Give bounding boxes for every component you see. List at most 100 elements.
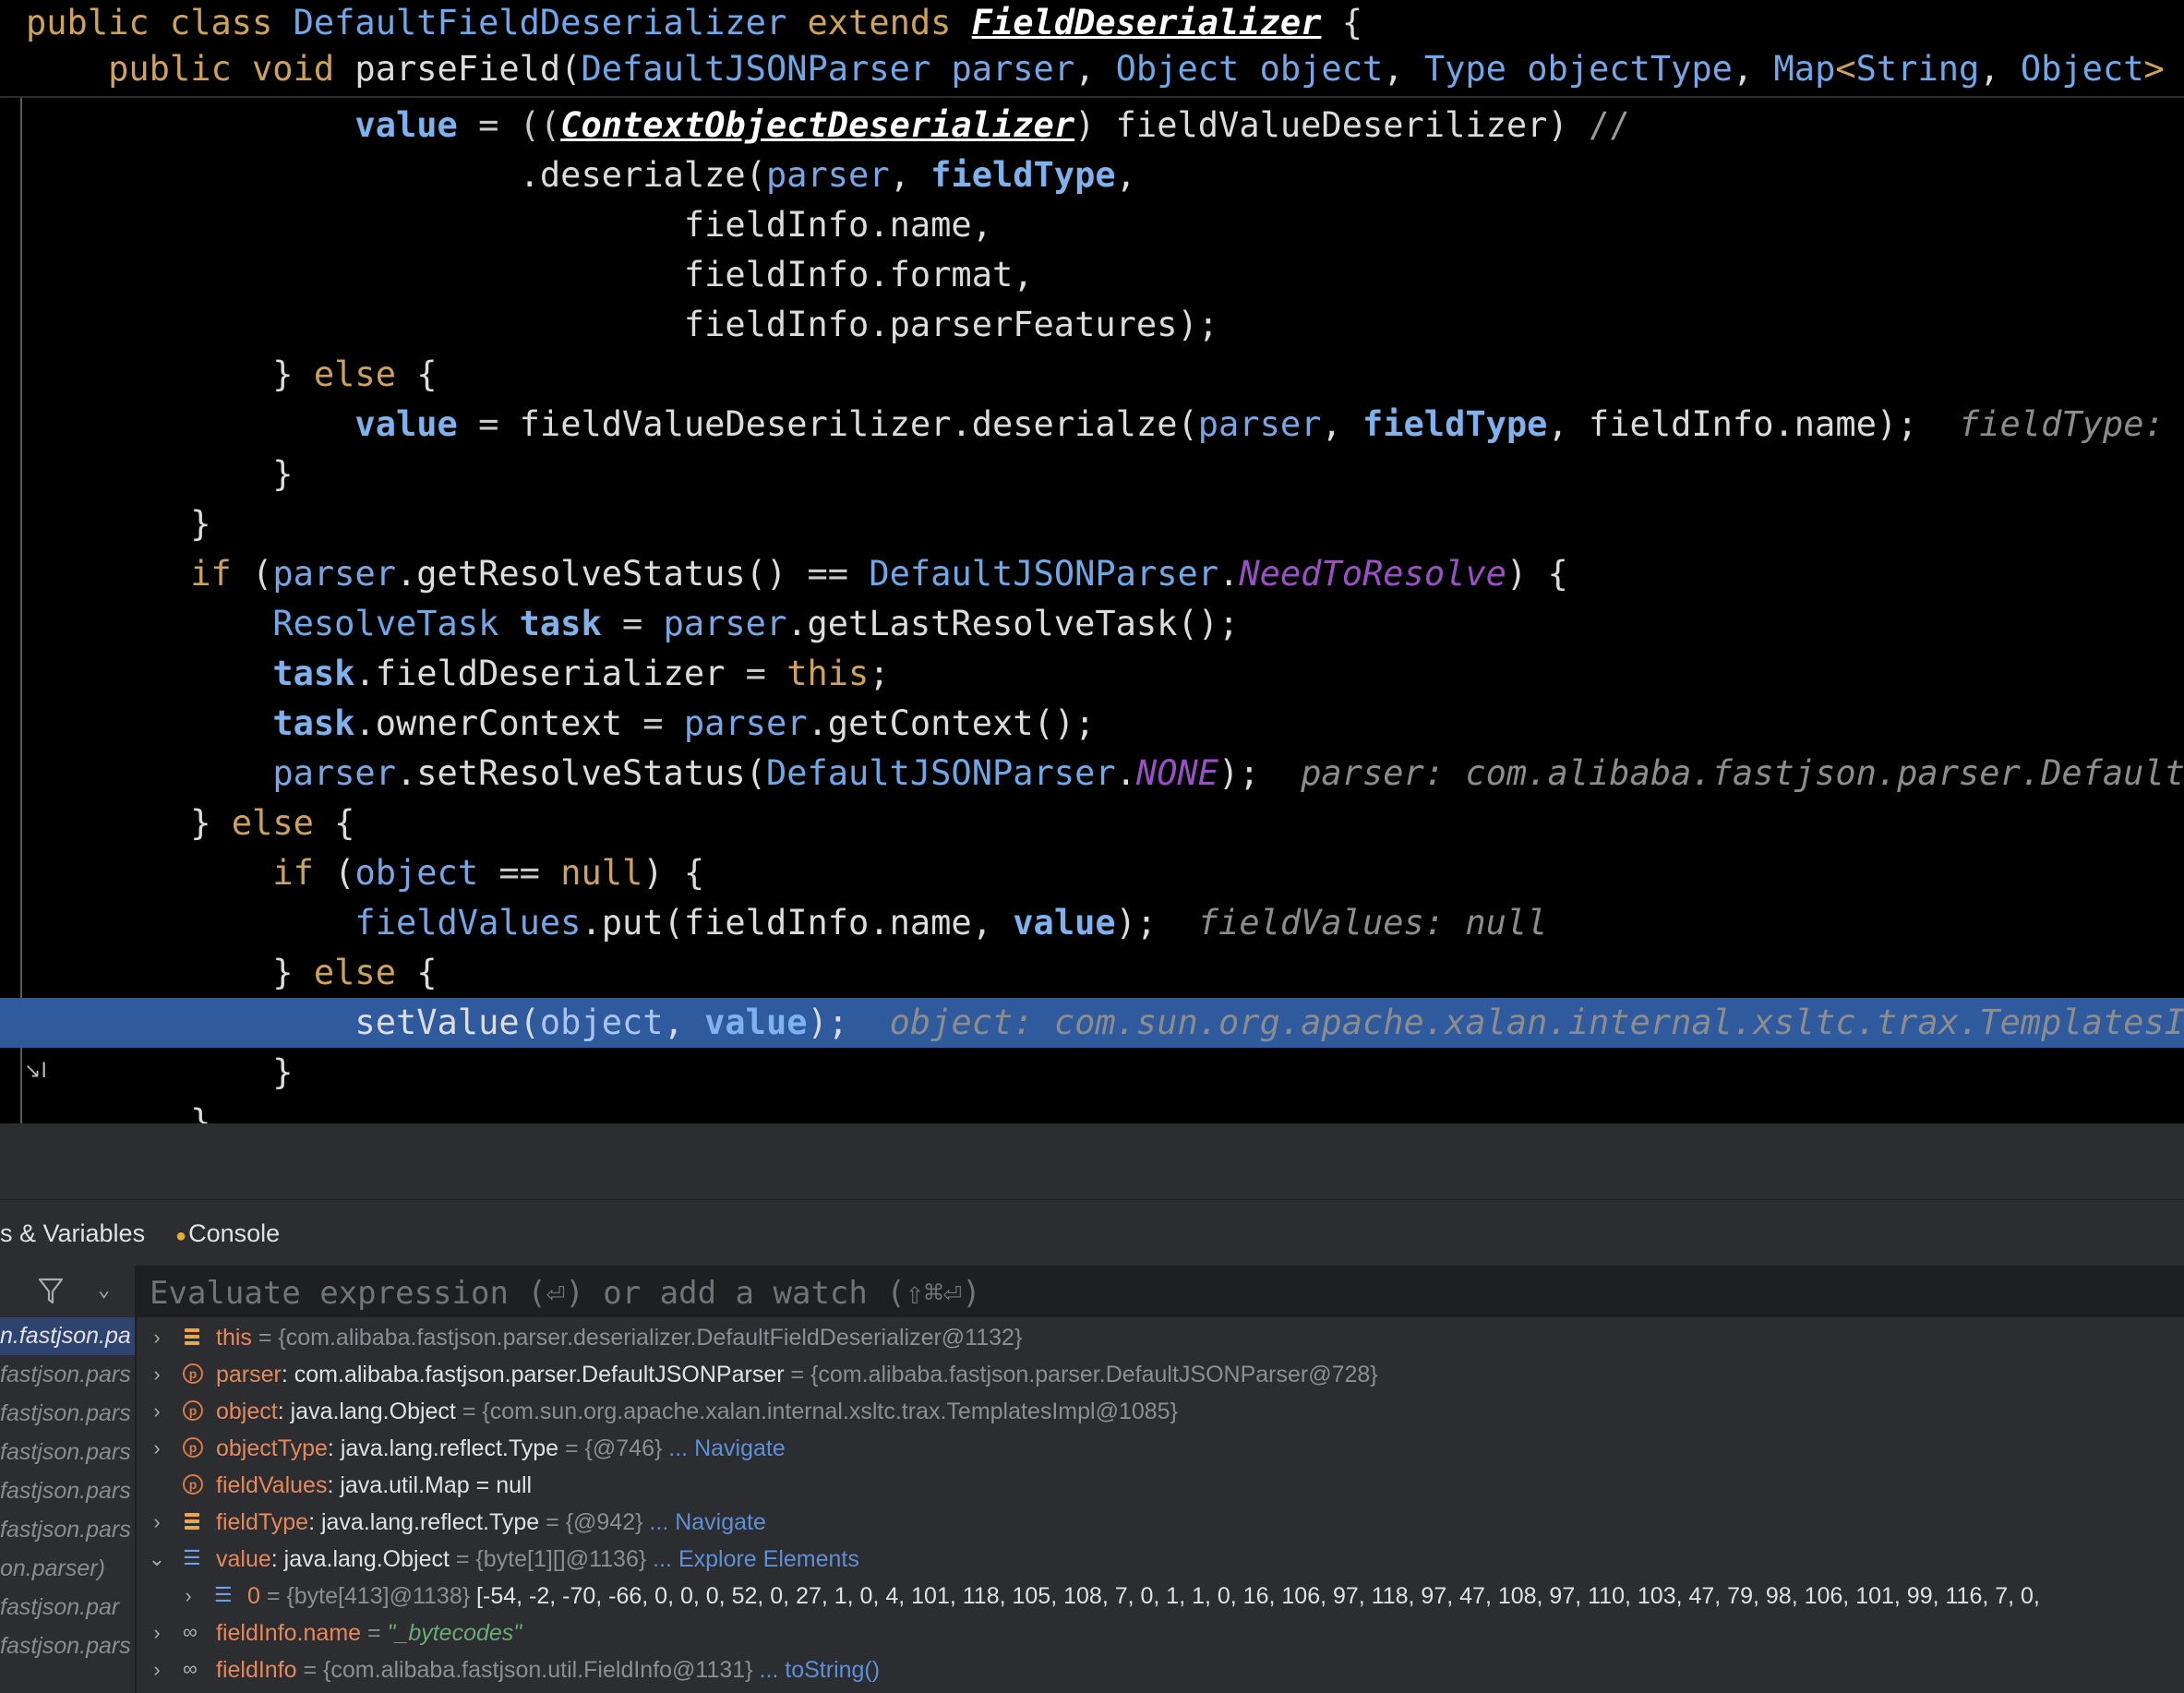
expand-arrow-icon[interactable]: › [177,1578,199,1615]
parameter-icon: p [183,1437,203,1458]
code-editor[interactable]: value = ((ContextObjectDeserializer) fie… [0,0,2184,1123]
code-token: , [1321,404,1362,444]
code-line[interactable]: fieldInfo.format, [0,250,2184,300]
code-line[interactable]: value = ((ContextObjectDeserializer) fie… [0,101,2184,150]
code-line[interactable]: task.fieldDeserializer = this; [0,649,2184,699]
code-token: else [231,803,314,843]
code-line[interactable]: .deserialze(parser, fieldType, [0,150,2184,200]
code-token: setValue( [26,1003,540,1042]
code-token: , [889,155,931,195]
code-token: Object [2020,49,2144,89]
code-token: { [1321,3,1362,42]
code-line[interactable]: } else { [0,798,2184,848]
variable-value: = {byte[1][]@1136} [449,1546,647,1572]
variable-row[interactable]: › p objectType: java.lang.reflect.Type = {… [137,1430,2184,1467]
variable-link[interactable]: ... toString() [753,1657,880,1683]
array-icon: ☰ [183,1546,201,1569]
code-line[interactable]: } [0,1098,2184,1123]
variable-row[interactable]: p fieldValues: java.util.Map = null [137,1467,2184,1504]
code-token: parser [272,554,396,594]
sticky-header[interactable]: public class DefaultFieldDeserializer ex… [0,0,2184,98]
variable-row[interactable]: › ∞ fieldInfo = {com.alibaba.fastjson.util… [137,1651,2184,1688]
variable-value: = {@746} [558,1435,663,1461]
evaluate-expression-bar[interactable]: Evaluate expression (⏎) or add a watch (… [137,1266,2184,1317]
variable-row[interactable]: › ∞ fieldInfo.name = "_bytecodes" [137,1615,2184,1651]
stack-frame[interactable]: n.fastjson.pa [0,1317,135,1355]
variables-pane: Evaluate expression (⏎) or add a watch (… [137,1266,2184,1693]
code-token: fieldType: @94 [1958,404,2165,444]
variable-row[interactable]: › p object: java.lang.Object = {com.sun.or… [137,1393,2184,1430]
code-token: fieldType [1362,404,1548,444]
variable-row[interactable]: › p parser: com.alibaba.fastjson.parser.De… [137,1356,2184,1393]
code-token: DefaultJSONParser [765,753,1116,793]
variable-row[interactable]: ⌄ ☰ value: java.lang.Object = {byte[1][]@1… [137,1541,2184,1578]
expand-arrow-icon[interactable]: › [146,1651,168,1688]
code-line[interactable]: } [0,450,2184,499]
code-line[interactable]: task.ownerContext = parser.getContext(); [0,699,2184,749]
stack-frame[interactable]: fastjson.pars [0,1511,135,1549]
chevron-down-icon[interactable]: ⌄ [98,1279,110,1302]
code-line[interactable]: if (object == null) { [0,848,2184,898]
collapse-arrow-icon[interactable]: ⌄ [146,1541,168,1578]
code-token: } [26,354,314,394]
stack-frame[interactable]: fastjson.pars [0,1356,135,1394]
code-line[interactable]: if (parser.getResolveStatus() == Default… [0,549,2184,599]
sticky-line[interactable]: public void parseField(DefaultJSONParser… [26,44,2184,94]
code-line[interactable]: fieldInfo.name, [0,200,2184,250]
code-token: task [272,703,355,743]
code-line[interactable]: fieldValues.put(fieldInfo.name, value); … [0,898,2184,948]
tab-console-label: Console [188,1219,281,1247]
stack-frame[interactable]: on.parser) [0,1550,135,1588]
variable-value: = [361,1620,388,1646]
code-line[interactable]: fieldInfo.parserFeatures); [0,300,2184,350]
code-token: ); [807,1003,890,1042]
code-line[interactable]: } [0,499,2184,549]
expand-arrow-icon[interactable]: › [146,1319,168,1356]
variable-row[interactable]: › this = {com.alibaba.fastjson.parser.des… [137,1319,2184,1356]
stack-frame[interactable]: fastjson.pars [0,1627,135,1665]
code-token: ( [313,853,355,893]
variable-text: objectType: java.lang.reflect.Type = {@7… [216,1430,786,1467]
filter-icon[interactable] [37,1275,65,1306]
code-token: parser [1197,404,1322,444]
tab-frames-variables[interactable]: s & Variables [0,1200,145,1267]
code-token: ) { [1506,554,1568,594]
code-token: parser [951,49,1075,89]
variable-link[interactable]: ... Navigate [662,1435,785,1461]
expand-arrow-icon[interactable]: › [146,1430,168,1467]
code-line[interactable]: } else { [0,948,2184,998]
expand-arrow-icon[interactable]: › [146,1393,168,1430]
variable-link[interactable]: ... Explore Elements [646,1546,859,1572]
variable-link[interactable]: ... Navigate [642,1509,765,1535]
code-line[interactable]: value = fieldValueDeserilizer.deserialze… [0,400,2184,450]
expand-arrow-icon[interactable]: › [146,1615,168,1651]
code-line[interactable]: } else { [0,350,2184,400]
code-token: ResolveTask [272,604,520,643]
code-token: } [26,1052,294,1092]
code-token: if [190,554,232,594]
stack-frame[interactable]: fastjson.par [0,1589,135,1627]
variable-text: 0 = {byte[413]@1138} [-54, -2, -70, -66,… [247,1578,2040,1615]
frames-pane: ⌄ n.fastjson.pa fastjson.pars fastjson.par… [0,1266,137,1693]
sticky-line[interactable]: public class DefaultFieldDeserializer ex… [26,0,1362,48]
stack-frame[interactable]: fastjson.pars [0,1395,135,1433]
code-line[interactable]: ResolveTask task = parser.getLastResolve… [0,599,2184,649]
expand-arrow-icon[interactable]: › [146,1356,168,1393]
evaluate-expression-input[interactable]: Evaluate expression (⏎) or add a watch (… [150,1266,981,1317]
code-line[interactable]: parser.setResolveStatus(DefaultJSONParse… [0,749,2184,798]
code-token: else [313,953,396,992]
code-token: null [560,853,643,893]
expand-arrow-icon[interactable]: › [146,1504,168,1541]
stack-frame[interactable]: fastjson.pars [0,1472,135,1510]
stack-frame[interactable]: fastjson.pars [0,1434,135,1471]
code-line[interactable]: } [0,1048,2184,1098]
code-token: value [354,105,458,145]
variable-row[interactable]: › fieldType: java.lang.reflect.Type = {@9… [137,1504,2184,1541]
execution-line[interactable]: setValue(object, value); object: com.sun… [0,998,2184,1048]
tab-console[interactable]: ●Console [175,1200,280,1267]
variable-row[interactable]: › ☰ 0 = {byte[413]@1138} [-54, -2, -70, -6… [137,1578,2184,1615]
